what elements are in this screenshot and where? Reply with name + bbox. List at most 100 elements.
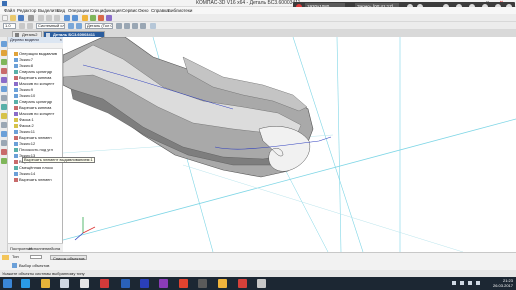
- orientation-combo[interactable]: Деталь (Тол О: [85, 23, 113, 29]
- fillet-icon[interactable]: [1, 77, 7, 83]
- cut-op-icon[interactable]: [1, 68, 7, 74]
- edge-icon[interactable]: [21, 279, 30, 288]
- tray-icon[interactable]: [452, 281, 456, 285]
- photoshop-icon[interactable]: [121, 279, 130, 288]
- select-icon: [12, 263, 17, 268]
- menu-help[interactable]: Справка: [151, 7, 169, 14]
- clock[interactable]: 21:23 26.03.2017: [493, 278, 513, 288]
- filter-label: Тип: [12, 254, 19, 259]
- cut-icon: [14, 136, 18, 140]
- copy-icon[interactable]: [46, 15, 52, 21]
- cut-icon: [14, 76, 18, 80]
- cut-icon: [14, 160, 18, 164]
- sketch-icon: [14, 64, 18, 68]
- cut-icon: [14, 106, 18, 110]
- model-viewport[interactable]: [63, 37, 516, 252]
- document-tabs: Деталь2 Деталь БС3.60003411: [0, 30, 516, 37]
- spiral-icon: [14, 100, 18, 104]
- zoom-out-icon[interactable]: [27, 23, 33, 29]
- tree-item[interactable]: Вырезать элемен: [8, 177, 63, 183]
- perspective-icon[interactable]: [150, 23, 156, 29]
- premiere-icon[interactable]: [140, 279, 149, 288]
- yandex-icon[interactable]: [179, 279, 188, 288]
- menu-window[interactable]: Окно: [138, 7, 148, 14]
- layer-combo[interactable]: Системный слой: [36, 23, 65, 29]
- sketch-icon: [14, 142, 18, 146]
- cut-icon[interactable]: [38, 15, 44, 21]
- model-canvas: [63, 37, 516, 252]
- compass-icon[interactable]: [238, 279, 247, 288]
- undo-icon[interactable]: [64, 15, 70, 21]
- menu-file[interactable]: Файл: [4, 7, 15, 14]
- library-icon[interactable]: [90, 15, 96, 21]
- filter-combo[interactable]: [30, 255, 42, 259]
- array-icon[interactable]: [1, 86, 7, 92]
- app-icon[interactable]: [60, 279, 69, 288]
- sketch-icon: [14, 154, 18, 158]
- wireframe-icon[interactable]: [116, 23, 122, 29]
- spec-icon[interactable]: [1, 131, 7, 137]
- menu-view[interactable]: Вид: [57, 7, 65, 14]
- sketch-icon: [14, 58, 18, 62]
- filter-icon[interactable]: [1, 158, 7, 164]
- menu-libraries[interactable]: Библиотеки: [168, 7, 192, 14]
- sketch-icon[interactable]: [1, 41, 7, 47]
- app-icon: [2, 1, 7, 6]
- rotate-icon[interactable]: [68, 23, 74, 29]
- app-icon[interactable]: [80, 279, 89, 288]
- extrude-icon[interactable]: [1, 50, 7, 56]
- app-icon[interactable]: [218, 279, 227, 288]
- plane-icon[interactable]: [1, 104, 7, 110]
- after-effects-icon[interactable]: [159, 279, 168, 288]
- menu-specification[interactable]: Спецификация: [90, 7, 122, 14]
- surface-icon[interactable]: [1, 95, 7, 101]
- app-icon[interactable]: [257, 279, 266, 288]
- properties-panel: Тип Список объектов Выбор объектов: [0, 252, 516, 270]
- manager-icon[interactable]: [82, 15, 88, 21]
- save-icon[interactable]: [18, 15, 24, 21]
- tray-icon[interactable]: [460, 281, 464, 285]
- status-bar: Укажите объекты системы выбранному типу: [0, 270, 516, 277]
- object-list-tab[interactable]: Список объектов: [50, 255, 88, 261]
- adobe-icon[interactable]: [100, 279, 109, 288]
- rotate-op-icon[interactable]: [1, 59, 7, 65]
- report-icon[interactable]: [1, 140, 7, 146]
- explorer-icon[interactable]: [41, 279, 50, 288]
- shaded-icon[interactable]: [132, 23, 138, 29]
- chamfer-icon: [14, 124, 18, 128]
- zoom-in-icon[interactable]: [19, 23, 25, 29]
- cut-icon: [14, 178, 18, 182]
- pin-icon[interactable]: [2, 255, 9, 260]
- shaded-edges-icon[interactable]: [140, 23, 146, 29]
- network-icon[interactable]: [476, 281, 480, 285]
- measure-icon[interactable]: [1, 113, 7, 119]
- menu-service[interactable]: Сервис: [122, 7, 137, 14]
- select-objects-label[interactable]: Выбор объектов: [19, 262, 49, 269]
- menu-editor[interactable]: Редактор: [17, 7, 36, 14]
- print-icon[interactable]: [28, 15, 34, 21]
- menu-operations[interactable]: Операции: [68, 7, 89, 14]
- standard-toolbar: [0, 14, 516, 22]
- tab-zone[interactable]: Зона: [51, 245, 60, 252]
- start-icon[interactable]: [3, 279, 12, 288]
- curves-icon[interactable]: [1, 122, 7, 128]
- variables-icon[interactable]: [98, 15, 104, 21]
- window-title: КОМПАС-3D V16 x64 - Деталь БС3.60003411: [196, 0, 301, 6]
- hidden-lines-icon[interactable]: [124, 23, 130, 29]
- spiral-icon: [14, 70, 18, 74]
- array-icon: [14, 82, 18, 86]
- tab-execution[interactable]: Исполнение: [29, 245, 52, 252]
- app-icon[interactable]: [198, 279, 207, 288]
- help-icon[interactable]: [106, 15, 112, 21]
- sheet-metal-icon[interactable]: [1, 149, 7, 155]
- volume-icon[interactable]: [468, 281, 472, 285]
- open-folder-icon[interactable]: [10, 15, 16, 21]
- pan-icon[interactable]: [76, 23, 82, 29]
- paste-icon[interactable]: [54, 15, 60, 21]
- tree-toolbar: [8, 43, 63, 49]
- redo-icon[interactable]: [72, 15, 78, 21]
- sketch-icon: [14, 130, 18, 134]
- zoom-combo[interactable]: 1.0: [3, 23, 16, 29]
- new-file-icon[interactable]: [2, 15, 8, 21]
- menu-select[interactable]: Выделить: [38, 7, 59, 14]
